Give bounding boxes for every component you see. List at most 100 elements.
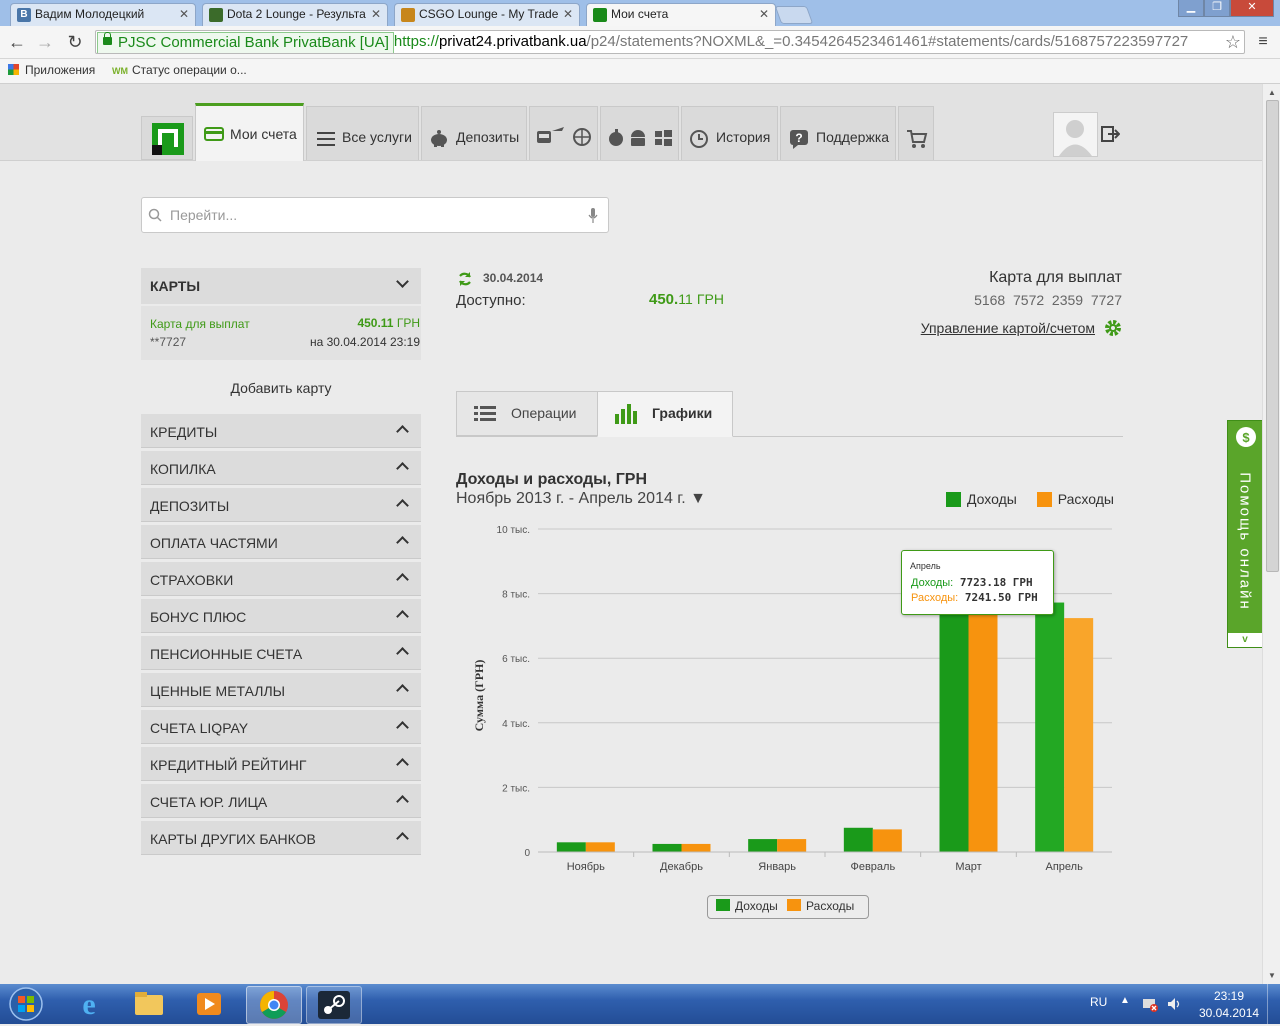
avatar[interactable]: [1053, 112, 1098, 157]
sidebar-section-item[interactable]: КРЕДИТЫ: [141, 414, 421, 448]
sidebar-section-item[interactable]: КРЕДИТНЫЙ РЕЙТИНГ: [141, 747, 421, 781]
browser-tab-csgo[interactable]: CSGO Lounge - My Trade ✕: [394, 3, 580, 26]
close-tab-icon[interactable]: ✕: [371, 7, 381, 21]
refresh-icon[interactable]: [457, 271, 473, 287]
card-list-item[interactable]: Карта для выплат 450.11 ГРН **7727 на 30…: [141, 306, 421, 360]
tooltip-expense-value: 7241.50 ГРН: [964, 591, 1038, 604]
chevron-down-icon[interactable]: v: [1228, 633, 1262, 647]
reload-button[interactable]: ↻: [64, 31, 86, 53]
new-tab-button[interactable]: [774, 6, 814, 24]
windows-icon: [655, 130, 672, 146]
csgo-lounge-icon: [401, 8, 415, 22]
sidebar-section-label: БОНУС ПЛЮС: [150, 609, 247, 625]
url-scheme: https://: [393, 33, 439, 50]
help-online-widget[interactable]: $ Помощь онлайн v: [1227, 420, 1262, 648]
scroll-up-icon[interactable]: ▲: [1268, 88, 1276, 97]
close-window-button[interactable]: ✕: [1230, 0, 1274, 17]
show-desktop-button[interactable]: [1267, 984, 1280, 1024]
y-tick-label: 4 тыс.: [502, 719, 530, 730]
sidebar-section-item[interactable]: КАРТЫ ДРУГИХ БАНКОВ: [141, 821, 421, 855]
bar-expense: [872, 829, 902, 852]
sidebar-section-item[interactable]: КОПИЛКА: [141, 451, 421, 485]
close-tab-icon[interactable]: ✕: [179, 7, 189, 21]
tab-operations[interactable]: Операции: [456, 391, 598, 436]
show-hidden-icons-icon[interactable]: ▲: [1120, 995, 1130, 1006]
taskbar-explorer[interactable]: [122, 986, 176, 1022]
y-tick-label: 10 тыс.: [497, 525, 530, 536]
tab-charts[interactable]: Графики: [597, 391, 733, 437]
maximize-button[interactable]: ❐: [1204, 0, 1230, 17]
sidebar-section-item[interactable]: СЧЕТА LIQPAY: [141, 710, 421, 744]
balance-date: 30.04.2014: [483, 271, 544, 285]
legend-income-label: Доходы: [967, 491, 1017, 507]
browser-tab-privat[interactable]: Мои счета ✕: [586, 3, 776, 26]
taskbar-ie[interactable]: e: [62, 986, 116, 1022]
forward-button[interactable]: →: [34, 31, 56, 53]
nav-cart[interactable]: [898, 106, 934, 160]
sidebar-section-item[interactable]: СТРАХОВКИ: [141, 562, 421, 596]
legend-expense-label[interactable]: Расходы: [806, 899, 854, 913]
taskbar-media-player[interactable]: [182, 986, 236, 1022]
scrollbar-thumb[interactable]: [1266, 100, 1279, 572]
browser-tab-dota[interactable]: Dota 2 Lounge - Результа ✕: [202, 3, 388, 26]
cards-section-header[interactable]: КАРТЫ: [141, 268, 421, 304]
menu-icon[interactable]: ≡: [1252, 31, 1274, 53]
card-full-number: 5168 7572 2359 7727: [974, 292, 1122, 308]
y-axis-label: Сумма (ГРН): [472, 660, 486, 732]
search-bar: [141, 197, 609, 233]
ev-certificate-badge[interactable]: PJSC Commercial Bank PrivatBank [UA]: [97, 32, 394, 53]
legend-income-label[interactable]: Доходы: [735, 899, 778, 913]
chevron-up-icon: [396, 647, 409, 660]
address-bar[interactable]: PJSC Commercial Bank PrivatBank [UA] http…: [95, 30, 1245, 54]
manage-card-link[interactable]: Управление картой/счетом: [921, 320, 1095, 336]
clock-time[interactable]: 23:19: [1214, 989, 1244, 1003]
chevron-up-icon: [396, 795, 409, 808]
volume-icon[interactable]: [1166, 996, 1182, 1012]
language-indicator[interactable]: RU: [1090, 995, 1107, 1009]
media-player-icon: [197, 993, 221, 1015]
card-balance: 450.11 ГРН: [357, 316, 420, 330]
nav-travel[interactable]: [529, 106, 598, 160]
period-selector[interactable]: Ноябрь 2013 г. - Апрель 2014 г. ▼: [456, 490, 706, 508]
sidebar-section-item[interactable]: ДЕПОЗИТЫ: [141, 488, 421, 522]
bookmark-star-icon[interactable]: ☆: [1222, 31, 1244, 53]
add-card-link[interactable]: Добавить карту: [141, 380, 421, 396]
microphone-icon[interactable]: [588, 208, 598, 224]
nav-my-accounts[interactable]: Мои счета: [195, 103, 304, 161]
chevron-up-icon: [396, 462, 409, 475]
bookmark-apps[interactable]: Приложения: [8, 63, 95, 77]
card-icon: [204, 127, 224, 141]
taskbar-steam[interactable]: [306, 986, 362, 1024]
nav-history[interactable]: История: [681, 106, 778, 160]
nav-mobile-apps[interactable]: [600, 106, 679, 160]
nav-deposits[interactable]: Депозиты: [421, 106, 527, 160]
logout-icon[interactable]: [1100, 124, 1120, 144]
chevron-up-icon: [396, 684, 409, 697]
search-input[interactable]: [168, 206, 572, 224]
network-error-icon[interactable]: [1142, 996, 1158, 1012]
close-tab-icon[interactable]: ✕: [563, 7, 573, 21]
nav-all-services[interactable]: Все услуги: [306, 106, 419, 160]
sidebar-section-item[interactable]: СЧЕТА ЮР. ЛИЦА: [141, 784, 421, 818]
available-amount: 450.11 ГРН: [649, 291, 724, 308]
help-online-label: Помощь онлайн: [1236, 472, 1254, 611]
page-content: Мои счета Все услуги Депозиты История ? …: [0, 84, 1262, 984]
privatbank-logo[interactable]: [141, 116, 193, 160]
start-button-icon[interactable]: [6, 986, 46, 1022]
sidebar-section-item[interactable]: ОПЛАТА ЧАСТЯМИ: [141, 525, 421, 559]
sidebar-section-item[interactable]: БОНУС ПЛЮС: [141, 599, 421, 633]
minimize-button[interactable]: ▁: [1178, 0, 1204, 17]
page-scrollbar[interactable]: ▲ ▼: [1262, 84, 1280, 984]
close-tab-icon[interactable]: ✕: [759, 7, 769, 21]
scroll-down-icon[interactable]: ▼: [1268, 971, 1276, 980]
clock-date[interactable]: 30.04.2014: [1199, 1006, 1259, 1020]
bookmark-wm-status[interactable]: WM Статус операции о...: [112, 63, 247, 77]
taskbar-chrome[interactable]: [246, 986, 302, 1024]
browser-tab-vk[interactable]: B Вадим Молодецкий ✕: [10, 3, 196, 26]
sidebar-section-item[interactable]: ЦЕННЫЕ МЕТАЛЛЫ: [141, 673, 421, 707]
nav-support[interactable]: ? Поддержка: [780, 106, 896, 160]
android-icon: [631, 130, 645, 146]
sidebar-section-item[interactable]: ПЕНСИОННЫЕ СЧЕТА: [141, 636, 421, 670]
gear-icon[interactable]: [1104, 319, 1122, 337]
back-button[interactable]: ←: [6, 31, 28, 53]
